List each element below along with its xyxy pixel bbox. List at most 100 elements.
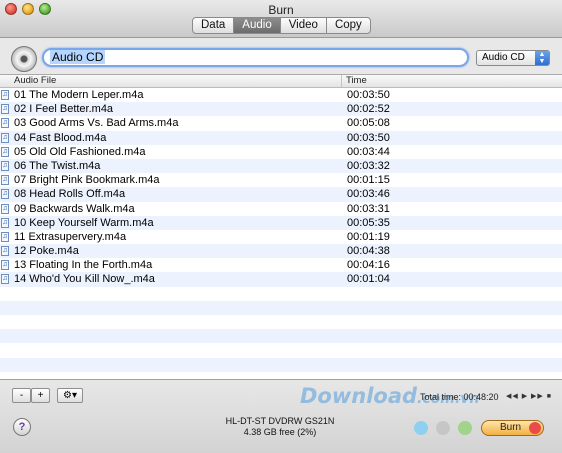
music-note-icon: ♫ [1,118,9,129]
file-time: 00:04:16 [347,259,390,272]
bottom-bar: - + ⚙▾ Download.com.vn Total time: 00:48… [0,379,562,453]
file-name: 05 Old Old Fashioned.m4a [14,145,146,158]
file-time: 00:01:15 [347,174,390,187]
file-time: 00:03:32 [347,159,390,172]
file-time: 00:02:52 [347,103,390,116]
drive-name: HL-DT-ST DVDRW GS21N [225,416,335,426]
music-note-icon: ♫ [1,217,9,228]
tab-video[interactable]: Video [281,18,327,33]
file-time: 00:04:38 [347,245,390,258]
music-note-icon: ♫ [1,274,9,285]
file-time: 00:01:19 [347,230,390,243]
tab-copy[interactable]: Copy [327,18,370,33]
disc-name-input[interactable]: Audio CD [42,48,469,67]
file-time: 00:01:04 [347,273,390,286]
tab-data[interactable]: Data [193,18,235,33]
table-row[interactable]: ♫ 02 I Feel Better.m4a 00:02:52 [0,102,562,117]
drive-info: HL-DT-ST DVDRW GS21N 4.38 GB free (2%) [200,416,360,438]
audio-file-table: Audio File Time ♫ 01 The Modern Leper.m4a… [0,74,562,379]
music-note-icon: ♫ [1,146,9,157]
file-name: 07 Bright Pink Bookmark.m4a [14,174,160,187]
burn-label: Burn [500,422,522,433]
table-row[interactable]: ♫ 01 The Modern Leper.m4a 00:03:50 [0,88,562,102]
tab-audio[interactable]: Audio [234,18,281,33]
table-row[interactable]: ♫ 10 Keep Yourself Warm.m4a 00:05:35 [0,215,562,230]
table-row[interactable]: ♫ 08 Head Rolls Off.m4a 00:03:46 [0,187,562,202]
file-time: 00:05:35 [347,216,390,229]
disc-name-value: Audio CD [50,50,106,64]
status-dot-blue [414,421,428,435]
cd-icon [11,46,37,72]
file-name: 04 Fast Blood.m4a [14,131,107,144]
file-time: 00:03:31 [347,202,390,215]
playback-controls[interactable]: ◀◀ ▶ ▶▶ ■ [506,392,552,400]
table-row[interactable]: ♫ 03 Good Arms Vs. Bad Arms.m4a 00:05:08 [0,116,562,130]
file-time: 00:03:44 [347,145,390,158]
file-time: 00:03:50 [347,89,390,101]
music-note-icon: ♫ [1,104,9,115]
burn-button[interactable]: Burn [481,420,544,436]
table-row[interactable]: ♫ 13 Floating In the Forth.m4a 00:04:16 [0,258,562,272]
add-file-button[interactable]: + [31,388,50,403]
table-row[interactable]: ♫ 04 Fast Blood.m4a 00:03:50 [0,130,562,145]
mode-tabs: Data Audio Video Copy [192,17,371,34]
file-name: 14 Who'd You Kill Now_.m4a [14,273,155,286]
empty-row [0,315,562,329]
file-name: 06 The Twist.m4a [14,159,101,172]
column-header-time[interactable]: Time [342,75,562,87]
table-row[interactable]: ♫ 05 Old Old Fashioned.m4a 00:03:44 [0,145,562,159]
drive-free-space: 4.38 GB free (2%) [243,427,317,437]
total-time: Total time: 00:48:20 [420,392,499,402]
select-arrows-icon: ▲ ▼ [535,51,549,65]
file-time: 00:03:46 [347,188,390,201]
file-name: 09 Backwards Walk.m4a [14,202,135,215]
table-rows: ♫ 01 The Modern Leper.m4a 00:03:50 ♫ 02 I F… [0,88,562,372]
music-note-icon: ♫ [1,203,9,214]
music-note-icon: ♫ [1,231,9,242]
file-name: 13 Floating In the Forth.m4a [14,259,153,272]
music-note-icon: ♫ [1,90,9,100]
music-note-icon: ♫ [1,260,9,271]
table-row[interactable]: ♫ 12 Poke.m4a 00:04:38 [0,244,562,259]
watermark-main: Download [300,384,418,408]
empty-row [0,343,562,357]
empty-row [0,357,562,372]
table-row[interactable]: ♫ 09 Backwards Walk.m4a 00:03:31 [0,202,562,216]
table-row[interactable]: ♫ 14 Who'd You Kill Now_.m4a 00:01:04 [0,272,562,287]
music-note-icon: ♫ [1,132,9,143]
disc-type-select[interactable]: Audio CD ▲ ▼ [476,50,550,66]
table-row[interactable]: ♫ 11 Extrasupervery.m4a 00:01:19 [0,230,562,244]
file-name: 08 Head Rolls Off.m4a [14,188,126,201]
table-row[interactable]: ♫ 07 Bright Pink Bookmark.m4a 00:01:15 [0,173,562,187]
file-name: 12 Poke.m4a [14,245,79,258]
empty-row [0,300,562,315]
disc-type-value: Audio CD [482,52,525,63]
disc-name-row: Audio CD Audio CD ▲ ▼ [0,38,562,74]
help-icon[interactable]: ? [13,418,31,436]
file-name: 03 Good Arms Vs. Bad Arms.m4a [14,117,179,130]
music-note-icon: ♫ [1,160,9,171]
music-note-icon: ♫ [1,189,9,200]
status-dots [414,421,472,435]
music-note-icon: ♫ [1,175,9,186]
status-dot-gray [436,421,450,435]
table-header: Audio File Time [0,75,562,88]
table-row[interactable]: ♫ 06 The Twist.m4a 00:03:32 [0,158,562,174]
empty-row [0,329,562,344]
burn-indicator [529,422,541,434]
file-name: 02 I Feel Better.m4a [14,103,114,116]
file-time: 00:05:08 [347,117,390,130]
title-bar: Burn Data Audio Video Copy [0,0,562,38]
file-name: 01 The Modern Leper.m4a [14,89,144,101]
gear-icon[interactable]: ⚙▾ [57,388,83,403]
file-time: 00:03:50 [347,131,390,144]
window-title: Burn [268,3,294,17]
file-name: 11 Extrasupervery.m4a [14,230,127,243]
status-dot-green [458,421,472,435]
music-note-icon: ♫ [1,246,9,257]
burn-window: Burn Data Audio Video Copy Audio CD Audi… [0,0,562,453]
remove-file-button[interactable]: - [12,388,31,403]
column-header-audio-file[interactable]: Audio File [0,75,342,87]
file-name: 10 Keep Yourself Warm.m4a [14,216,154,229]
empty-row [0,287,562,301]
